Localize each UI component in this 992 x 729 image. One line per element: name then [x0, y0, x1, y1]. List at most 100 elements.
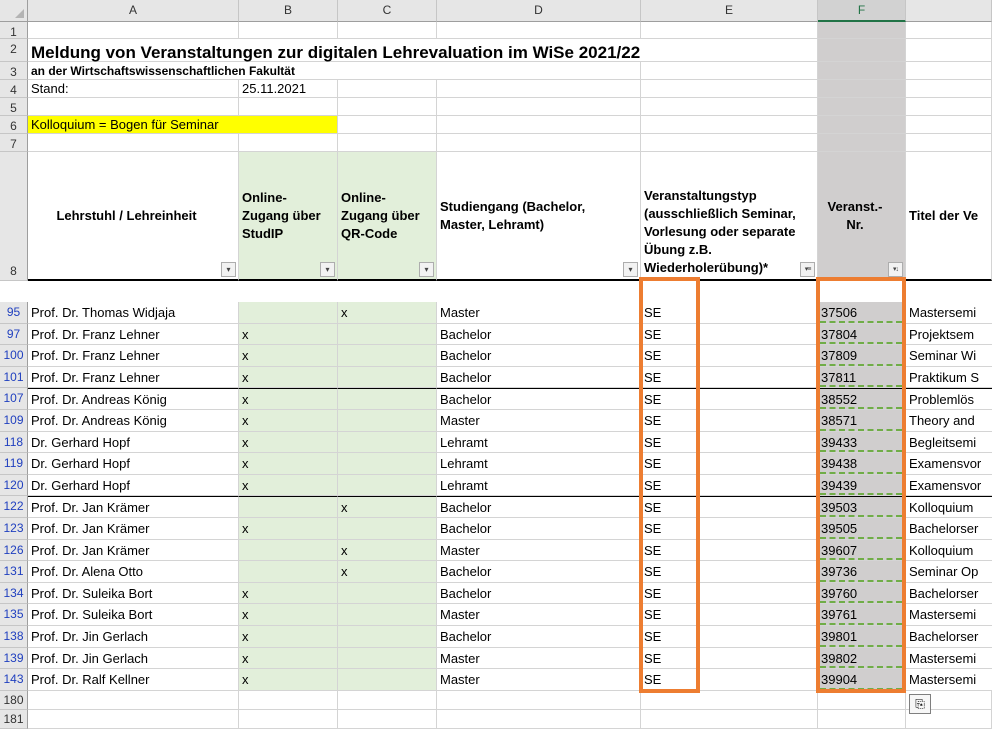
- cell-titel[interactable]: Praktikum S: [906, 367, 992, 389]
- cell-titel[interactable]: Bachelorser: [906, 626, 992, 648]
- cell-titel[interactable]: Seminar Wi: [906, 345, 992, 367]
- cell-titel[interactable]: Theory and: [906, 410, 992, 432]
- empty-cell[interactable]: [338, 22, 437, 39]
- cell-studiengang[interactable]: Bachelor: [437, 626, 641, 648]
- column-header-a[interactable]: A: [28, 0, 239, 22]
- cell-online-studip[interactable]: x: [239, 366, 338, 389]
- cell-titel[interactable]: Begleitsemi: [906, 432, 992, 454]
- cell-online-studip[interactable]: [239, 539, 338, 562]
- filter-dropdown-icon[interactable]: ▾: [419, 262, 434, 277]
- empty-cell[interactable]: [906, 39, 992, 62]
- row-header[interactable]: 126: [0, 539, 28, 562]
- empty-cell[interactable]: [338, 690, 437, 710]
- cell-online-studip[interactable]: x: [239, 518, 338, 540]
- row-header[interactable]: 119: [0, 453, 28, 475]
- row-header[interactable]: 2: [0, 39, 28, 62]
- cell-veranstaltungstyp[interactable]: SE: [641, 518, 818, 540]
- cell-titel[interactable]: Mastersemi: [906, 302, 992, 324]
- empty-cell[interactable]: [818, 62, 906, 80]
- empty-cell[interactable]: [437, 22, 641, 39]
- cell-online-studip[interactable]: x: [239, 388, 338, 410]
- cell-lehrstuhl[interactable]: Prof. Dr. Suleika Bort: [28, 582, 239, 605]
- cell-titel[interactable]: Projektsem: [906, 324, 992, 346]
- empty-cell[interactable]: [239, 709, 338, 729]
- cell-online-qr[interactable]: [338, 345, 437, 367]
- cell-lehrstuhl[interactable]: Prof. Dr. Jan Krämer: [28, 518, 239, 540]
- cell-studiengang[interactable]: Master: [437, 539, 641, 562]
- empty-cell[interactable]: [906, 98, 992, 116]
- cell-studiengang[interactable]: Bachelor: [437, 345, 641, 367]
- row-header[interactable]: 97: [0, 323, 28, 346]
- empty-cell[interactable]: [437, 116, 641, 134]
- header-titel[interactable]: Titel der Ve: [906, 152, 992, 281]
- cell-lehrstuhl[interactable]: Prof. Dr. Jan Krämer: [28, 496, 239, 518]
- column-header-b[interactable]: B: [239, 0, 338, 22]
- cell-studiengang[interactable]: Master: [437, 604, 641, 626]
- cell-online-qr[interactable]: [338, 518, 437, 540]
- column-header-e[interactable]: E: [641, 0, 818, 22]
- empty-cell[interactable]: [818, 39, 906, 62]
- empty-cell[interactable]: [641, 80, 818, 98]
- column-header-c[interactable]: C: [338, 0, 437, 22]
- cell-lehrstuhl[interactable]: Prof. Dr. Jin Gerlach: [28, 647, 239, 670]
- empty-cell[interactable]: [906, 116, 992, 134]
- empty-cell[interactable]: [28, 134, 239, 152]
- empty-cell[interactable]: [818, 134, 906, 152]
- empty-cell[interactable]: [437, 709, 641, 729]
- cell-titel[interactable]: Examensvor: [906, 475, 992, 497]
- empty-cell[interactable]: [239, 22, 338, 39]
- row-header[interactable]: 181: [0, 709, 28, 729]
- cell-lehrstuhl[interactable]: Prof. Dr. Jin Gerlach: [28, 626, 239, 648]
- sheet-subtitle[interactable]: an der Wirtschaftswissenschaftlichen Fak…: [28, 62, 358, 80]
- row-header[interactable]: 122: [0, 496, 28, 518]
- cell-veranstaltungstyp[interactable]: SE: [641, 388, 818, 410]
- cell-lehrstuhl[interactable]: Prof. Dr. Franz Lehner: [28, 345, 239, 367]
- cell-online-studip[interactable]: x: [239, 410, 338, 432]
- cell-lehrstuhl[interactable]: Prof. Dr. Franz Lehner: [28, 323, 239, 346]
- cell-veranstaltungstyp[interactable]: SE: [641, 496, 818, 518]
- cell-veranstaltungstyp[interactable]: SE: [641, 366, 818, 389]
- empty-cell[interactable]: [239, 134, 338, 152]
- cell-veranstaltungstyp[interactable]: SE: [641, 626, 818, 648]
- column-header-g[interactable]: [906, 0, 992, 22]
- cell-online-qr[interactable]: [338, 647, 437, 670]
- cell-online-studip[interactable]: x: [239, 474, 338, 497]
- cell-online-qr[interactable]: [338, 474, 437, 497]
- filter-active-icon[interactable]: ▾≡: [800, 262, 815, 277]
- note-kolloquium[interactable]: Kolloquium = Bogen für Seminar: [28, 116, 338, 134]
- stand-date[interactable]: 25.11.2021: [239, 80, 338, 98]
- cell-online-qr[interactable]: [338, 582, 437, 605]
- empty-cell[interactable]: [338, 116, 437, 134]
- cell-titel[interactable]: Mastersemi: [906, 669, 992, 691]
- row-header[interactable]: 7: [0, 134, 28, 152]
- filter-dropdown-icon[interactable]: ▾: [320, 262, 335, 277]
- cell-veranstaltungstyp[interactable]: SE: [641, 539, 818, 562]
- empty-cell[interactable]: [437, 62, 641, 80]
- empty-cell[interactable]: [641, 690, 818, 710]
- row-header[interactable]: 120: [0, 474, 28, 497]
- cell-titel[interactable]: Bachelorser: [906, 518, 992, 540]
- cell-online-qr[interactable]: x: [338, 561, 437, 583]
- cell-titel[interactable]: Bachelorser: [906, 583, 992, 605]
- cell-studiengang[interactable]: Master: [437, 302, 641, 324]
- empty-cell[interactable]: [338, 80, 437, 98]
- cell-online-studip[interactable]: x: [239, 647, 338, 670]
- empty-cell[interactable]: [906, 80, 992, 98]
- cell-studiengang[interactable]: Bachelor: [437, 496, 641, 518]
- row-header[interactable]: 1: [0, 22, 28, 39]
- cell-lehrstuhl[interactable]: Prof. Dr. Jan Krämer: [28, 539, 239, 562]
- empty-cell[interactable]: [818, 98, 906, 116]
- column-header-d[interactable]: D: [437, 0, 641, 22]
- cell-studiengang[interactable]: Master: [437, 669, 641, 691]
- cell-online-qr[interactable]: [338, 388, 437, 410]
- cell-lehrstuhl[interactable]: Prof. Dr. Andreas König: [28, 388, 239, 410]
- empty-cell[interactable]: [906, 22, 992, 39]
- cell-online-qr[interactable]: [338, 604, 437, 626]
- empty-cell[interactable]: [437, 690, 641, 710]
- cell-online-studip[interactable]: x: [239, 323, 338, 346]
- empty-cell[interactable]: [818, 80, 906, 98]
- cell-titel[interactable]: Kolloquium: [906, 496, 992, 518]
- cell-veranstaltungstyp[interactable]: SE: [641, 561, 818, 583]
- cell-online-qr[interactable]: [338, 366, 437, 389]
- cell-lehrstuhl[interactable]: Prof. Dr. Ralf Kellner: [28, 669, 239, 691]
